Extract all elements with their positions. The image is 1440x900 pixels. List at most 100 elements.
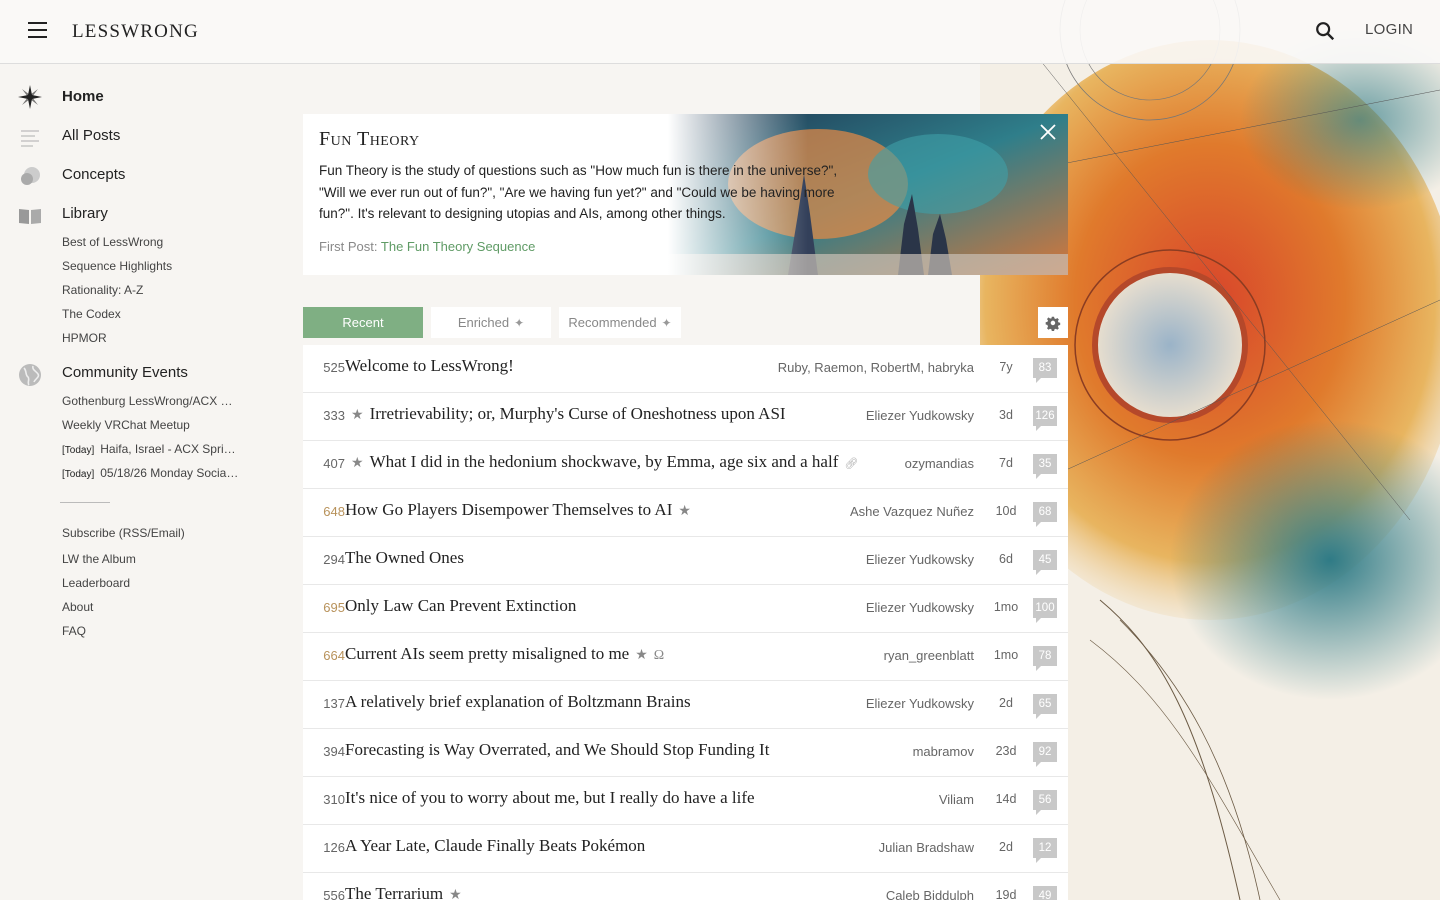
post-row[interactable]: 407 ★ What I did in the hedonium shockwave… bbox=[303, 441, 1068, 489]
first-post-link[interactable]: The Fun Theory Sequence bbox=[381, 239, 535, 254]
hamburger-menu-icon[interactable] bbox=[28, 22, 52, 42]
event-item[interactable]: [Today] Haifa, Israel - ACX Spring Meetup… bbox=[62, 442, 240, 456]
post-age: 3d bbox=[999, 408, 1013, 422]
post-author[interactable]: Eliezer Yudkowsky bbox=[866, 552, 974, 567]
search-icon[interactable] bbox=[1314, 20, 1336, 42]
library-item-rationality[interactable]: Rationality: A-Z bbox=[62, 283, 240, 297]
curated-star-icon: ★ bbox=[678, 504, 691, 519]
login-button[interactable]: LOGIN bbox=[1365, 21, 1413, 38]
post-author[interactable]: Viliam bbox=[939, 792, 974, 807]
sidebar-link-faq[interactable]: FAQ bbox=[62, 624, 240, 638]
post-author[interactable]: ryan_greenblatt bbox=[884, 648, 974, 663]
post-karma: 648 bbox=[323, 504, 345, 519]
sparkle-icon: ✦ bbox=[514, 315, 525, 330]
post-age: 2d bbox=[999, 840, 1013, 854]
post-list: 525 Welcome to LessWrong! Ruby, Raemon, Ro… bbox=[303, 345, 1068, 900]
post-row[interactable]: 525 Welcome to LessWrong! Ruby, Raemon, Ro… bbox=[303, 345, 1068, 393]
post-karma: 407 bbox=[323, 456, 345, 471]
comment-count-badge[interactable]: 12 bbox=[1033, 838, 1057, 863]
comment-count-badge[interactable]: 126 bbox=[1033, 406, 1057, 431]
sidebar-item-home[interactable]: Home bbox=[62, 88, 104, 105]
post-age: 1mo bbox=[993, 600, 1019, 614]
sidebar-item-all-posts[interactable]: All Posts bbox=[62, 127, 120, 144]
post-age: 23d bbox=[995, 744, 1017, 758]
post-row[interactable]: 310 It's nice of you to worry about me, b… bbox=[303, 777, 1068, 825]
tab-enriched[interactable]: Enriched ✦ bbox=[431, 307, 551, 338]
sidebar-item-community-events[interactable]: Community Events bbox=[62, 364, 188, 381]
spotlight-title[interactable]: Fun Theory bbox=[319, 128, 420, 151]
post-row[interactable]: 126 A Year Late, Claude Finally Beats Pok… bbox=[303, 825, 1068, 873]
comment-count-badge[interactable]: 83 bbox=[1033, 358, 1057, 383]
comment-count-badge[interactable]: 68 bbox=[1033, 502, 1057, 527]
post-author[interactable]: Eliezer Yudkowsky bbox=[866, 696, 974, 711]
post-title[interactable]: Welcome to LessWrong! bbox=[345, 356, 514, 376]
comment-count-badge[interactable]: 65 bbox=[1033, 694, 1057, 719]
post-row[interactable]: 664 Current AIs seem pretty misaligned to… bbox=[303, 633, 1068, 681]
sidebar-item-concepts[interactable]: Concepts bbox=[62, 166, 125, 183]
tab-recommended[interactable]: Recommended ✦ bbox=[559, 307, 681, 338]
post-row[interactable]: 695 Only Law Can Prevent Extinction Elieze… bbox=[303, 585, 1068, 633]
sidebar-link-album[interactable]: LW the Album bbox=[62, 552, 240, 566]
event-item[interactable]: Gothenburg LessWrong/ACX Meetup bbox=[62, 394, 240, 408]
post-title[interactable]: Current AIs seem pretty misaligned to me… bbox=[345, 644, 664, 664]
post-title[interactable]: The Owned Ones bbox=[345, 548, 464, 568]
post-row[interactable]: 137 A relatively brief explanation of Bol… bbox=[303, 681, 1068, 729]
library-item-sequence-highlights[interactable]: Sequence Highlights bbox=[62, 259, 240, 273]
top-header: LESSWRONG LOGIN bbox=[0, 0, 1440, 64]
tab-label: Recent bbox=[342, 315, 384, 330]
post-title[interactable]: Only Law Can Prevent Extinction bbox=[345, 596, 576, 616]
post-row[interactable]: 648 How Go Players Disempower Themselves … bbox=[303, 489, 1068, 537]
comment-count-badge[interactable]: 49 bbox=[1033, 886, 1057, 900]
event-item[interactable]: [Today] 05/18/26 Monday Social Meetup bbox=[62, 466, 240, 480]
comment-count-badge[interactable]: 56 bbox=[1033, 790, 1057, 815]
post-title[interactable]: It's nice of you to worry about me, but … bbox=[345, 788, 755, 808]
post-title[interactable]: How Go Players Disempower Themselves to … bbox=[345, 500, 697, 520]
feed-settings-button[interactable] bbox=[1038, 307, 1068, 338]
sidebar-link-subscribe[interactable]: Subscribe (RSS/Email) bbox=[62, 526, 240, 540]
comment-count-badge[interactable]: 45 bbox=[1033, 550, 1057, 575]
comment-count-badge[interactable]: 35 bbox=[1033, 454, 1057, 479]
post-karma: 137 bbox=[323, 696, 345, 711]
comment-count-badge[interactable]: 92 bbox=[1033, 742, 1057, 767]
post-age: 7y bbox=[999, 360, 1013, 374]
event-label: Haifa, Israel - ACX Spring Meetups Every… bbox=[100, 442, 240, 456]
post-karma: 525 bbox=[323, 360, 345, 375]
library-item-best-of[interactable]: Best of LessWrong bbox=[62, 235, 240, 249]
post-title[interactable]: ★ What I did in the hedonium shockwave, b… bbox=[345, 452, 858, 472]
post-row[interactable]: 556 The Terrarium ★ Caleb Biddulph 19d 49 bbox=[303, 873, 1068, 900]
comment-count-badge[interactable]: 78 bbox=[1033, 646, 1057, 671]
today-badge: [Today] bbox=[62, 469, 95, 480]
library-item-hpmor[interactable]: HPMOR bbox=[62, 331, 240, 345]
post-author[interactable]: Julian Bradshaw bbox=[879, 840, 974, 855]
post-author[interactable]: Eliezer Yudkowsky bbox=[866, 600, 974, 615]
spotlight-description: Fun Theory is the study of questions suc… bbox=[319, 163, 838, 221]
tab-recent[interactable]: Recent bbox=[303, 307, 423, 338]
post-age: 2d bbox=[999, 696, 1013, 710]
post-row[interactable]: 333 ★ Irretrievability; or, Murphy's Curse… bbox=[303, 393, 1068, 441]
post-author[interactable]: Caleb Biddulph bbox=[886, 888, 974, 900]
post-row[interactable]: 294 The Owned Ones Eliezer Yudkowsky 6d 45 bbox=[303, 537, 1068, 585]
curated-star-icon: ★ bbox=[351, 456, 364, 471]
close-icon[interactable] bbox=[1038, 122, 1058, 142]
event-label: 05/18/26 Monday Social Meetup bbox=[100, 466, 240, 480]
post-title[interactable]: ★ Irretrievability; or, Murphy's Curse of… bbox=[345, 404, 786, 424]
sidebar-link-about[interactable]: About bbox=[62, 600, 240, 614]
post-author[interactable]: ozymandias bbox=[905, 456, 974, 471]
library-item-codex[interactable]: The Codex bbox=[62, 307, 240, 321]
post-title[interactable]: The Terrarium ★ bbox=[345, 884, 468, 900]
comment-count-badge[interactable]: 100 bbox=[1033, 598, 1057, 623]
post-title[interactable]: A Year Late, Claude Finally Beats Pokémo… bbox=[345, 836, 645, 856]
post-author[interactable]: Eliezer Yudkowsky bbox=[866, 408, 974, 423]
post-title[interactable]: Forecasting is Way Overrated, and We Sho… bbox=[345, 740, 769, 760]
post-author[interactable]: Ashe Vazquez Nuñez bbox=[850, 504, 974, 519]
post-row[interactable]: 394 Forecasting is Way Overrated, and We … bbox=[303, 729, 1068, 777]
site-logo[interactable]: LESSWRONG bbox=[72, 21, 199, 43]
post-title[interactable]: A relatively brief explanation of Boltzm… bbox=[345, 692, 691, 712]
sidebar-link-leaderboard[interactable]: Leaderboard bbox=[62, 576, 240, 590]
sparkle-icon: ✦ bbox=[661, 315, 672, 330]
post-karma: 333 bbox=[323, 408, 345, 423]
event-item[interactable]: Weekly VRChat Meetup bbox=[62, 418, 240, 432]
post-author[interactable]: mabramov bbox=[913, 744, 974, 759]
sidebar-item-library[interactable]: Library bbox=[62, 205, 108, 222]
post-author[interactable]: Ruby, Raemon, RobertM, habryka bbox=[778, 360, 974, 375]
